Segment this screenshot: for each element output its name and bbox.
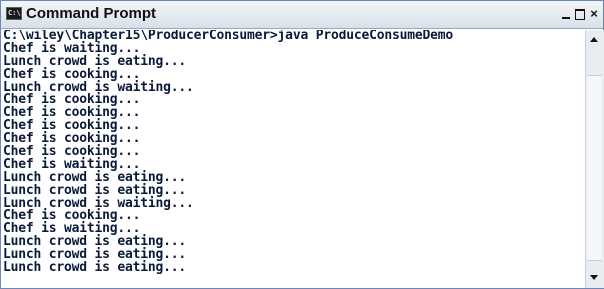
- window-title: Command Prompt: [26, 5, 157, 22]
- vertical-scrollbar[interactable]: [585, 30, 604, 288]
- close-icon: ×: [590, 6, 598, 21]
- minimize-icon: [562, 17, 570, 19]
- scroll-down-arrow-icon[interactable]: [590, 275, 598, 280]
- maximize-icon: [575, 9, 585, 20]
- console-output[interactable]: C:\wiley\Chapter15\ProducerConsumer>java…: [3, 30, 583, 288]
- close-button[interactable]: ×: [587, 7, 601, 21]
- command-prompt-icon[interactable]: C:\: [6, 7, 22, 20]
- scrollbar-thumb[interactable]: [587, 75, 602, 261]
- command-prompt-window: C:\ Command Prompt × C:\wiley\Chapter15\…: [0, 0, 604, 289]
- maximize-button[interactable]: [573, 7, 587, 21]
- scroll-up-arrow-icon[interactable]: [590, 37, 598, 42]
- command-prompt-icon-glyph: C:\: [8, 9, 21, 17]
- console-line: Lunch crowd is eating...: [3, 260, 187, 276]
- title-bar[interactable]: C:\ Command Prompt ×: [1, 1, 603, 29]
- minimize-button[interactable]: [559, 7, 573, 21]
